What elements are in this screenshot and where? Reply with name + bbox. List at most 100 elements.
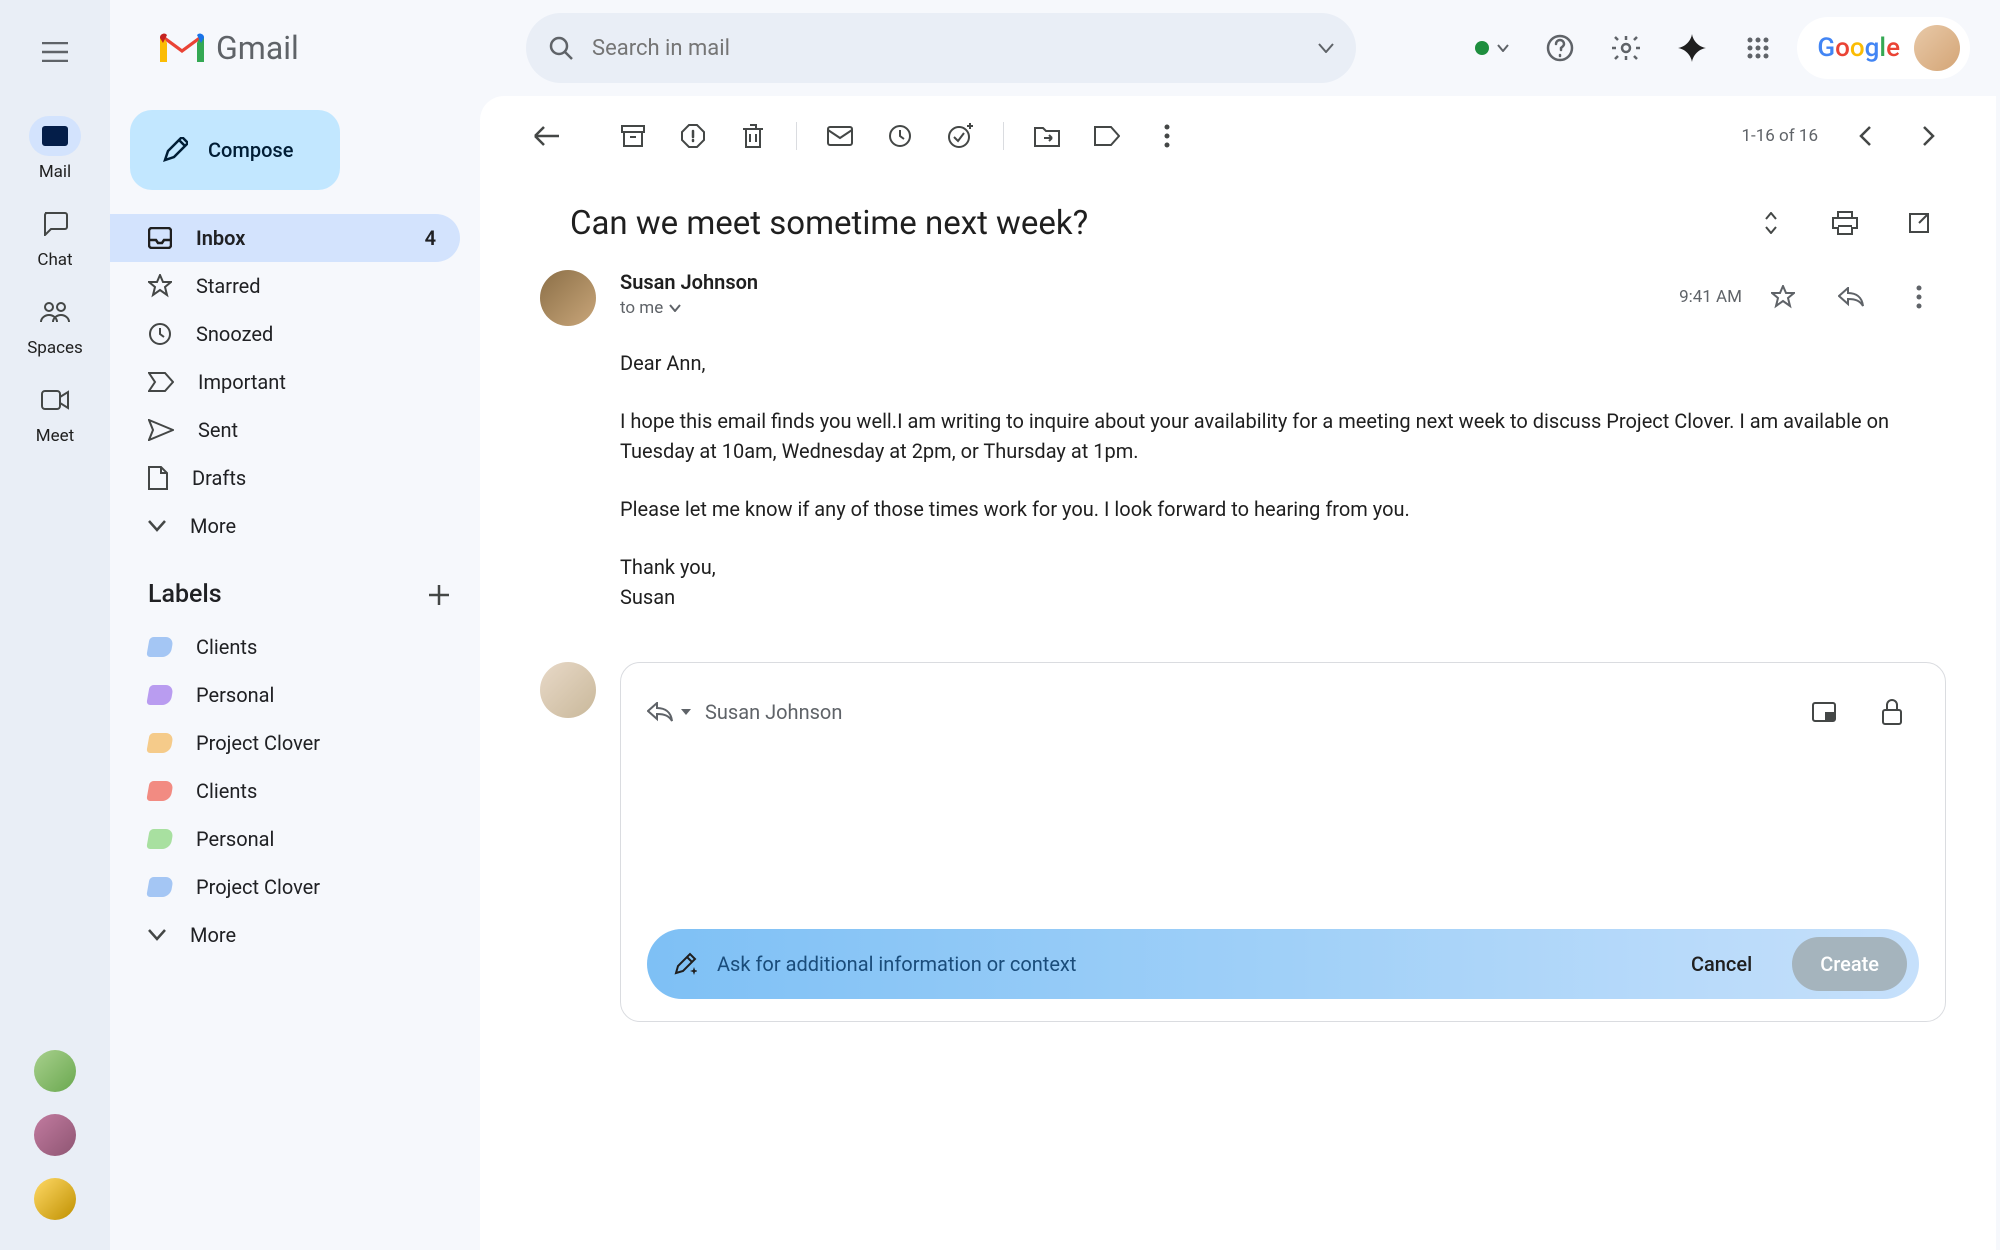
page-count: 1-16 of 16 xyxy=(1741,126,1818,146)
label-name: Project Clover xyxy=(196,875,320,899)
label-swatch xyxy=(146,733,174,753)
gmail-logo-icon xyxy=(160,31,204,65)
archive-button[interactable] xyxy=(606,109,660,163)
label-item[interactable]: Personal xyxy=(110,815,480,863)
back-button[interactable] xyxy=(520,109,574,163)
sidebar: Compose Inbox 4 Starred Snoozed xyxy=(110,96,480,1250)
chevron-left-icon xyxy=(1859,126,1871,146)
settings-button[interactable] xyxy=(1599,21,1653,75)
compose-button[interactable]: Compose xyxy=(130,110,340,190)
label-item[interactable]: Clients xyxy=(110,767,480,815)
expand-button[interactable] xyxy=(1744,196,1798,250)
rail-spaces[interactable]: Spaces xyxy=(0,284,110,366)
move-to-button[interactable] xyxy=(1020,109,1074,163)
reply-box: Susan Johnson Cancel Create xyxy=(620,662,1946,1022)
open-new-window-button[interactable] xyxy=(1892,196,1946,250)
email-subject: Can we meet sometime next week? xyxy=(570,204,1724,243)
rail-chat[interactable]: Chat xyxy=(0,196,110,278)
print-button[interactable] xyxy=(1818,196,1872,250)
report-spam-button[interactable] xyxy=(666,109,720,163)
arrow-left-icon xyxy=(534,126,560,146)
print-icon xyxy=(1832,211,1858,235)
reply-button[interactable] xyxy=(1824,270,1878,324)
label-name: Personal xyxy=(196,683,274,707)
main-menu-button[interactable] xyxy=(21,18,89,86)
nav-label: Snoozed xyxy=(196,322,273,346)
labels-button[interactable] xyxy=(1080,109,1134,163)
user-avatar xyxy=(1914,25,1960,71)
status-indicator[interactable] xyxy=(1463,41,1521,55)
search-input[interactable] xyxy=(592,36,1300,61)
rail-mail[interactable]: Mail xyxy=(0,108,110,190)
rail-label: Mail xyxy=(39,162,71,182)
label-name: Personal xyxy=(196,827,274,851)
mark-unread-button[interactable] xyxy=(813,109,867,163)
label-item[interactable]: Project Clover xyxy=(110,863,480,911)
ai-compose-bar: Cancel Create xyxy=(647,929,1919,999)
label-name: Clients xyxy=(196,779,257,803)
popout-reply-button[interactable] xyxy=(1797,685,1851,739)
spam-icon xyxy=(681,124,705,148)
expand-icon xyxy=(1763,212,1779,234)
trash-icon xyxy=(742,124,764,148)
label-name: Project Clover xyxy=(196,731,320,755)
nav-inbox[interactable]: Inbox 4 xyxy=(110,214,460,262)
confidential-mode-button[interactable] xyxy=(1865,685,1919,739)
newer-button[interactable] xyxy=(1838,109,1892,163)
labels-header: Labels xyxy=(148,580,222,609)
ai-cancel-button[interactable]: Cancel xyxy=(1671,952,1772,976)
label-swatch xyxy=(146,781,174,801)
support-button[interactable] xyxy=(1533,21,1587,75)
labels-more[interactable]: More xyxy=(110,911,460,959)
rail-meet[interactable]: Meet xyxy=(0,372,110,454)
nav-starred[interactable]: Starred xyxy=(110,262,460,310)
nav-drafts[interactable]: Drafts xyxy=(110,454,460,502)
label-item[interactable]: Project Clover xyxy=(110,719,480,767)
reply-type-dropdown[interactable] xyxy=(647,702,691,722)
ai-create-button[interactable]: Create xyxy=(1792,937,1907,991)
gmail-logo[interactable]: Gmail xyxy=(160,29,512,67)
nav-important[interactable]: Important xyxy=(110,358,460,406)
label-item[interactable]: Clients xyxy=(110,623,480,671)
apps-button[interactable] xyxy=(1731,21,1785,75)
star-message-button[interactable] xyxy=(1756,270,1810,324)
rail-label: Chat xyxy=(37,250,72,270)
add-task-button[interactable] xyxy=(933,109,987,163)
apps-grid-icon xyxy=(1746,36,1770,60)
search-icon xyxy=(548,35,574,61)
search-options-icon[interactable] xyxy=(1318,43,1334,53)
label-swatch xyxy=(146,685,174,705)
rail-label: Meet xyxy=(36,426,74,446)
message-more-button[interactable] xyxy=(1892,270,1946,324)
add-label-button[interactable] xyxy=(428,584,450,606)
search-bar[interactable] xyxy=(526,13,1356,83)
chevron-down-icon xyxy=(1497,44,1509,52)
chat-avatar[interactable] xyxy=(34,1114,76,1156)
ai-prompt-input[interactable] xyxy=(717,952,1651,976)
delete-button[interactable] xyxy=(726,109,780,163)
snooze-button[interactable] xyxy=(873,109,927,163)
dropdown-icon xyxy=(681,709,691,715)
nav-label: Starred xyxy=(196,274,261,298)
chat-avatar[interactable] xyxy=(34,1050,76,1092)
sender-avatar[interactable] xyxy=(540,270,596,326)
older-button[interactable] xyxy=(1902,109,1956,163)
gemini-button[interactable] xyxy=(1665,21,1719,75)
chevron-right-icon xyxy=(1923,126,1935,146)
lock-icon xyxy=(1882,699,1902,725)
nav-more[interactable]: More xyxy=(110,502,460,550)
nav-label: More xyxy=(190,514,236,538)
reply-editor[interactable] xyxy=(647,739,1919,929)
label-item[interactable]: Personal xyxy=(110,671,480,719)
compose-icon xyxy=(162,137,188,163)
account-button[interactable]: Google xyxy=(1797,17,1970,79)
meet-icon xyxy=(41,390,69,410)
label-icon xyxy=(1094,126,1120,146)
chat-avatar[interactable] xyxy=(34,1178,76,1220)
nav-snoozed[interactable]: Snoozed xyxy=(110,310,460,358)
recipient-dropdown[interactable]: to me xyxy=(620,298,758,318)
nav-sent[interactable]: Sent xyxy=(110,406,460,454)
more-actions-button[interactable] xyxy=(1140,109,1194,163)
reply-recipient[interactable]: Susan Johnson xyxy=(705,700,842,724)
email-view: 1-16 of 16 Can we meet sometime next wee… xyxy=(480,96,1996,1250)
